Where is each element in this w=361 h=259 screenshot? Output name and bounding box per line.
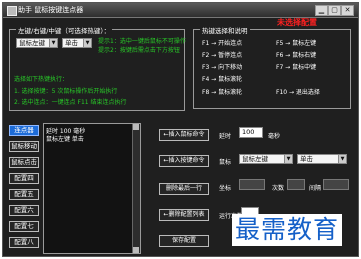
close-button[interactable]: ✕ bbox=[341, 5, 354, 16]
preset-button-5[interactable]: 配置五 bbox=[9, 189, 39, 200]
mouse-button-combo-value: 鼠标左键 bbox=[19, 39, 45, 47]
scroll-up-icon[interactable] bbox=[133, 124, 139, 130]
hotkey-row-5-right: F10 → 退出选择 bbox=[276, 89, 320, 96]
hotkey-row-5-left: F8 → 鼠标滚轮 bbox=[202, 89, 243, 96]
mouse-button-combo[interactable]: 鼠标左键 ▼ bbox=[16, 38, 58, 48]
preset-button-6[interactable]: 配置六 bbox=[9, 205, 39, 216]
hotkey-group: 热键选择和说明 F1 → 开始连点 F5 → 鼠标左键 F2 → 暂停连点 F6… bbox=[193, 25, 351, 109]
click-type-combo-value: 单击 bbox=[65, 39, 78, 47]
chevron-down-icon[interactable]: ▼ bbox=[49, 39, 57, 47]
delete-last-line-button[interactable]: 删除最后一行 bbox=[159, 183, 209, 195]
interval-label: 间隔 bbox=[309, 185, 322, 192]
hotkey-row-3-left: F3 → 向下移动 bbox=[202, 64, 243, 71]
chevron-down-icon[interactable]: ▼ bbox=[83, 39, 91, 47]
hotkey-row-1-left: F1 → 开始连点 bbox=[202, 40, 243, 47]
title-bar[interactable]: 助手 鼠标按键连点器 ▁ ▢ ✕ bbox=[3, 3, 358, 18]
hint-5: 2. 选中连点：一键连点 F11 结束连点执行 bbox=[14, 99, 127, 106]
save-config-button[interactable]: 保存配置 bbox=[159, 235, 209, 247]
maximize-button[interactable]: ▢ bbox=[328, 5, 341, 16]
key-select-group: 左键/右键/中键（可选择热键）： 鼠标左键 ▼ 单击 ▼ 提示1：选中一键后鼠标… bbox=[9, 25, 186, 111]
status-text: 未选择配置 bbox=[277, 18, 317, 27]
list-scrollbar[interactable] bbox=[132, 124, 140, 253]
coord-x-input[interactable] bbox=[239, 179, 265, 190]
hotkey-row-1-right: F5 → 鼠标左键 bbox=[276, 40, 317, 47]
hotkey-row-2-right: F6 → 鼠标右键 bbox=[276, 52, 317, 59]
mouse-label: 鼠标 bbox=[219, 159, 232, 166]
delay-label: 延时 bbox=[219, 133, 232, 140]
click-type-combo[interactable]: 单击 ▼ bbox=[62, 38, 92, 48]
insert-mouse-command-button[interactable]: ←插入鼠标命令 bbox=[159, 129, 209, 141]
preset-button-8[interactable]: 配置八 bbox=[9, 237, 39, 248]
mouse-button-select-value: 鼠标左键 bbox=[242, 155, 268, 163]
preset-button-2[interactable]: 鼠标移动 bbox=[9, 141, 39, 152]
chevron-down-icon[interactable]: ▼ bbox=[284, 155, 292, 163]
minimize-button[interactable]: ▁ bbox=[315, 5, 328, 16]
hotkey-row-4-left: F4 → 鼠标滚轮 bbox=[202, 76, 243, 83]
window-title: 助手 鼠标按键连点器 bbox=[18, 6, 84, 14]
preset-button-3[interactable]: 鼠标点击 bbox=[9, 157, 39, 168]
coord-label: 坐标 bbox=[219, 185, 232, 192]
hint-1: 提示1：选中一键后鼠标不可操作 bbox=[98, 38, 186, 45]
watermark: 最需教育 bbox=[232, 214, 343, 246]
preset-button-1[interactable]: 连点器 bbox=[9, 125, 39, 136]
hotkey-row-3-right: F7 → 鼠标中键 bbox=[276, 64, 317, 71]
hint-4: 1. 选择按键：5 次鼠标操作后开始执行 bbox=[14, 88, 118, 95]
chevron-down-icon[interactable]: ▼ bbox=[338, 155, 346, 163]
mouse-click-select-value: 单击 bbox=[300, 155, 313, 163]
scroll-down-icon[interactable] bbox=[133, 247, 139, 253]
delay-unit: 毫秒 bbox=[268, 133, 281, 140]
repeat-input[interactable] bbox=[287, 179, 305, 190]
mouse-button-select[interactable]: 鼠标左键 ▼ bbox=[239, 154, 293, 164]
preset-button-7[interactable]: 配置七 bbox=[9, 221, 39, 232]
list-item[interactable]: 鼠标左键 单击 bbox=[46, 134, 84, 143]
app-icon bbox=[7, 6, 17, 16]
key-group-label: 左键/右键/中键（可选择热键）： bbox=[16, 25, 113, 35]
hint-3: 选择如下热键执行： bbox=[14, 76, 69, 83]
preset-button-4[interactable]: 配置四 bbox=[9, 173, 39, 184]
hotkey-group-label: 热键选择和说明 bbox=[200, 25, 250, 35]
repeat-label: 次数 bbox=[272, 185, 285, 192]
delay-input[interactable]: 100 bbox=[239, 127, 263, 138]
command-list[interactable]: 延时 100 毫秒 鼠标左键 单击 bbox=[43, 123, 141, 254]
delete-config-list-button[interactable]: ←删除配置列表 bbox=[159, 209, 209, 221]
insert-key-command-button[interactable]: ←插入按键命令 bbox=[159, 155, 209, 167]
hint-2: 提示2：按键后需点击下方按钮 bbox=[98, 47, 180, 54]
interval-input[interactable] bbox=[323, 179, 349, 190]
mouse-click-select[interactable]: 单击 ▼ bbox=[297, 154, 347, 164]
hotkey-row-2-left: F2 → 暂停连点 bbox=[202, 52, 243, 59]
